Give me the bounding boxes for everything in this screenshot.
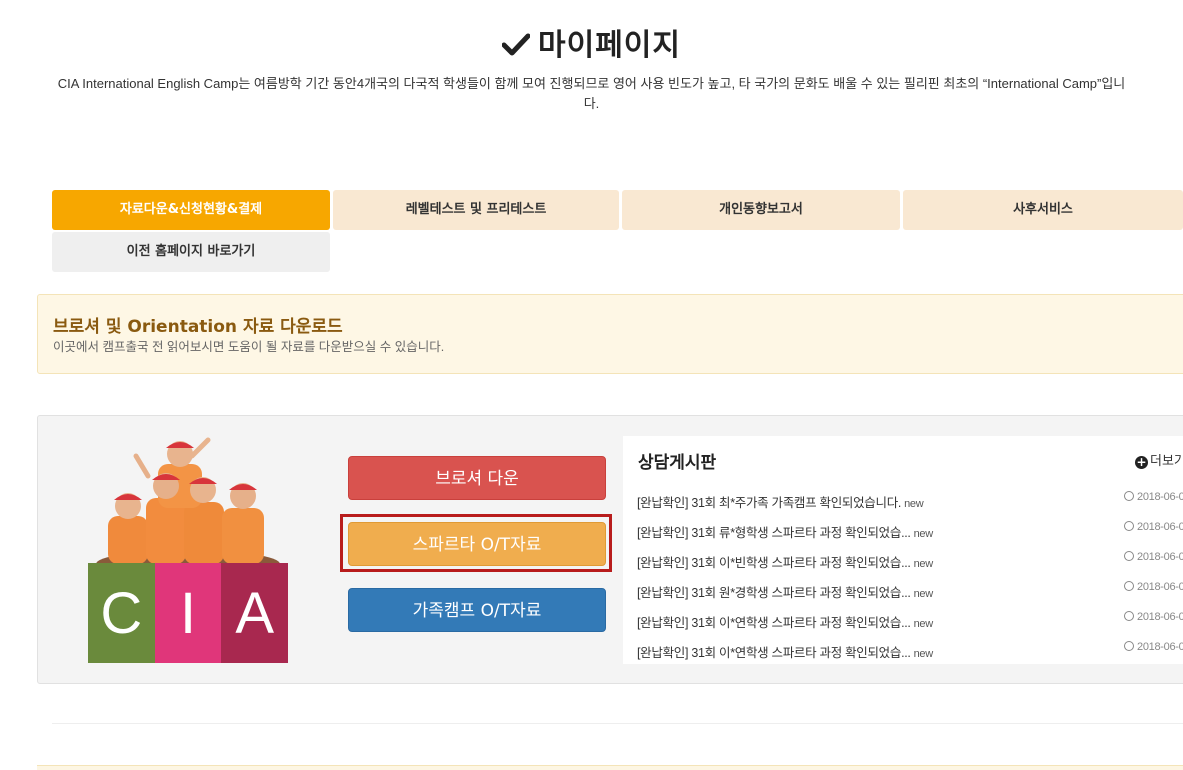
clock-icon: [1124, 641, 1134, 651]
notice-description: 이곳에서 캠프출국 전 읽어보시면 도움이 될 자료를 다운받으실 수 있습니다…: [53, 340, 445, 354]
more-label: 더보기: [1150, 454, 1183, 469]
row-title: [완납확인] 31회 류*형학생 스파르타 과정 확인되었습...: [637, 526, 911, 540]
clock-icon: [1124, 491, 1134, 501]
row-date: 2018-06-0: [1137, 581, 1183, 593]
new-badge: new: [904, 498, 924, 510]
more-link[interactable]: + 더보기: [1135, 450, 1183, 469]
row-title: [완납확인] 31회 이*빈학생 스파르타 과정 확인되었습...: [637, 556, 911, 570]
notice-title: 브로셔 및 Orientation 자료 다운로드: [53, 317, 343, 337]
board-row[interactable]: [완납확인] 31회 원*경학생 스파르타 과정 확인되었습... new 201…: [637, 576, 1183, 606]
row-title: [완납확인] 31회 이*연학생 스파르타 과정 확인되었습...: [637, 646, 911, 660]
cia-letter-c: C: [88, 563, 155, 663]
board-row[interactable]: [완납확인] 31회 류*형학생 스파르타 과정 확인되었습... new 201…: [637, 516, 1183, 546]
row-title: [완납확인] 31회 원*경학생 스파르타 과정 확인되었습...: [637, 586, 911, 600]
tab-personal-report[interactable]: 개인동향보고서: [622, 190, 900, 230]
page-header: 마이페이지 CIA International English Camp는 여름…: [0, 20, 1183, 114]
checkmark-icon: [501, 29, 531, 64]
row-date: 2018-06-0: [1137, 641, 1183, 653]
board-list: [완납확인] 31회 최*주가족 가족캠프 확인되었습니다. new 2018-0…: [637, 486, 1183, 666]
new-badge: new: [913, 558, 934, 570]
download-panel: C I A 브로셔 다운 스파르타 O/T자료 가족캠프 O/T자료 상담게시판…: [37, 415, 1183, 684]
tab-level-test[interactable]: 레벨테스트 및 프리테스트: [333, 190, 619, 230]
tab-old-homepage[interactable]: 이전 홈페이지 바로가기: [52, 232, 330, 272]
new-badge: new: [913, 588, 934, 600]
tab-downloads-payment[interactable]: 자료다운&신청현황&결제: [52, 190, 330, 230]
row-date: 2018-06-0: [1137, 551, 1183, 563]
page-title: 마이페이지: [0, 20, 1183, 64]
family-camp-ot-button[interactable]: 가족캠프 O/T자료: [348, 588, 606, 632]
cia-letter-a: A: [221, 563, 289, 663]
students-photo: [96, 437, 280, 578]
board-row[interactable]: [완납확인] 31회 이*빈학생 스파르타 과정 확인되었습... new 201…: [637, 546, 1183, 576]
sparta-ot-button[interactable]: 스파르타 O/T자료: [348, 522, 606, 566]
new-badge: new: [913, 618, 934, 630]
board-title: 상담게시판: [638, 453, 717, 473]
row-date: 2018-06-0: [1137, 491, 1183, 503]
plus-circle-icon: +: [1135, 455, 1148, 469]
row-title: [완납확인] 31회 이*연학생 스파르타 과정 확인되었습...: [637, 616, 911, 630]
clock-icon: [1124, 551, 1134, 561]
board-row[interactable]: [완납확인] 31회 이*연학생 스파르타 과정 확인되었습... new 201…: [637, 606, 1183, 636]
clock-icon: [1124, 611, 1134, 621]
brochure-download-button[interactable]: 브로셔 다운: [348, 456, 606, 500]
consult-board: 상담게시판 + 더보기 [완납확인] 31회 최*주가족 가족캠프 확인되었습니다…: [623, 436, 1183, 664]
row-date: 2018-06-0: [1137, 521, 1183, 533]
page-title-text: 마이페이지: [538, 28, 681, 63]
clock-icon: [1124, 581, 1134, 591]
tab-after-service[interactable]: 사후서비스: [903, 190, 1183, 230]
cia-logo: C I A: [88, 436, 289, 664]
board-row[interactable]: [완납확인] 31회 최*주가족 가족캠프 확인되었습니다. new 2018-0…: [637, 486, 1183, 516]
download-notice: 브로셔 및 Orientation 자료 다운로드 이곳에서 캠프출국 전 읽어…: [37, 294, 1183, 374]
section-divider: [52, 723, 1183, 724]
cia-letter-i: I: [154, 563, 222, 663]
cia-letter-blocks: C I A: [88, 563, 289, 663]
page-subtitle: CIA International English Camp는 여름방학 기간 …: [57, 76, 1126, 111]
row-date: 2018-06-0: [1137, 611, 1183, 623]
row-title: [완납확인] 31회 최*주가족 가족캠프 확인되었습니다.: [637, 496, 902, 510]
board-row[interactable]: [완납확인] 31회 이*연학생 스파르타 과정 확인되었습... new 201…: [637, 636, 1183, 666]
new-badge: new: [913, 528, 934, 540]
new-badge: new: [913, 648, 934, 660]
next-section-strip: [37, 765, 1183, 770]
clock-icon: [1124, 521, 1134, 531]
